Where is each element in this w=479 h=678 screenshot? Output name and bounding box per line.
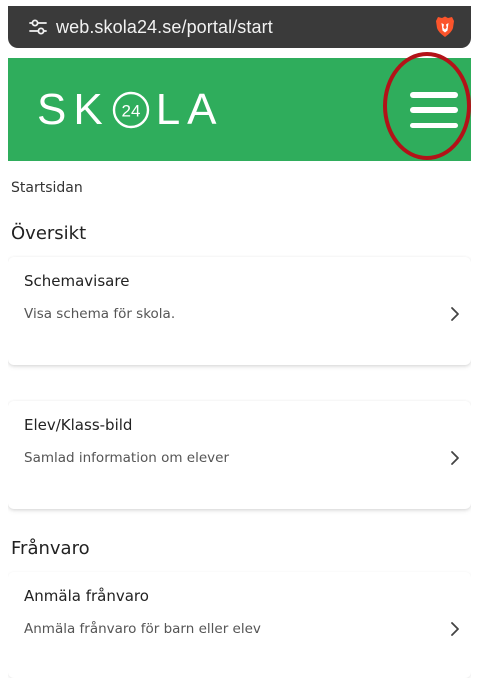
menu-bar (410, 122, 458, 128)
menu-bar (410, 107, 458, 113)
card-description: Samlad information om elever (24, 450, 229, 466)
brave-lion-icon[interactable] (435, 15, 455, 39)
card-title: Schemavisare (24, 272, 130, 290)
card-description: Anmäla frånvaro för barn eller elev (24, 621, 261, 637)
hamburger-menu-icon[interactable] (410, 92, 458, 128)
card-title: Elev/Klass-bild (24, 416, 133, 434)
skola24-logo[interactable]: SK 24 LA (37, 78, 224, 142)
logo-badge: 24 (112, 91, 149, 129)
section-heading-franvaro: Frånvaro (11, 538, 90, 559)
menu-bar (410, 92, 458, 98)
address-bar[interactable]: web.skola24.se/portal/start (8, 6, 471, 48)
card-anmala-franvaro[interactable]: Anmäla frånvaro Anmäla frånvaro för barn… (8, 572, 471, 678)
section-heading-oversikt: Översikt (11, 223, 87, 244)
chevron-right-icon (451, 307, 459, 321)
browser-toolbar: web.skola24.se/portal/start (0, 0, 479, 58)
site-header: SK 24 LA (8, 58, 471, 161)
right-gutter (471, 0, 479, 678)
card-elev-klass-bild[interactable]: Elev/Klass-bild Samlad information om el… (8, 401, 471, 509)
card-title: Anmäla frånvaro (24, 587, 149, 605)
chevron-right-icon (451, 451, 459, 465)
card-schemavisare[interactable]: Schemavisare Visa schema för skola. (8, 257, 471, 365)
logo-badge-number: 24 (121, 102, 140, 121)
logo-text-right: LA (155, 85, 224, 134)
left-gutter (0, 0, 8, 678)
tune-icon[interactable] (28, 17, 48, 37)
logo-text-left: SK (37, 85, 110, 134)
url-text[interactable]: web.skola24.se/portal/start (56, 17, 273, 38)
card-description: Visa schema för skola. (24, 306, 176, 322)
breadcrumb[interactable]: Startsidan (11, 180, 83, 196)
chevron-right-icon (451, 622, 459, 636)
